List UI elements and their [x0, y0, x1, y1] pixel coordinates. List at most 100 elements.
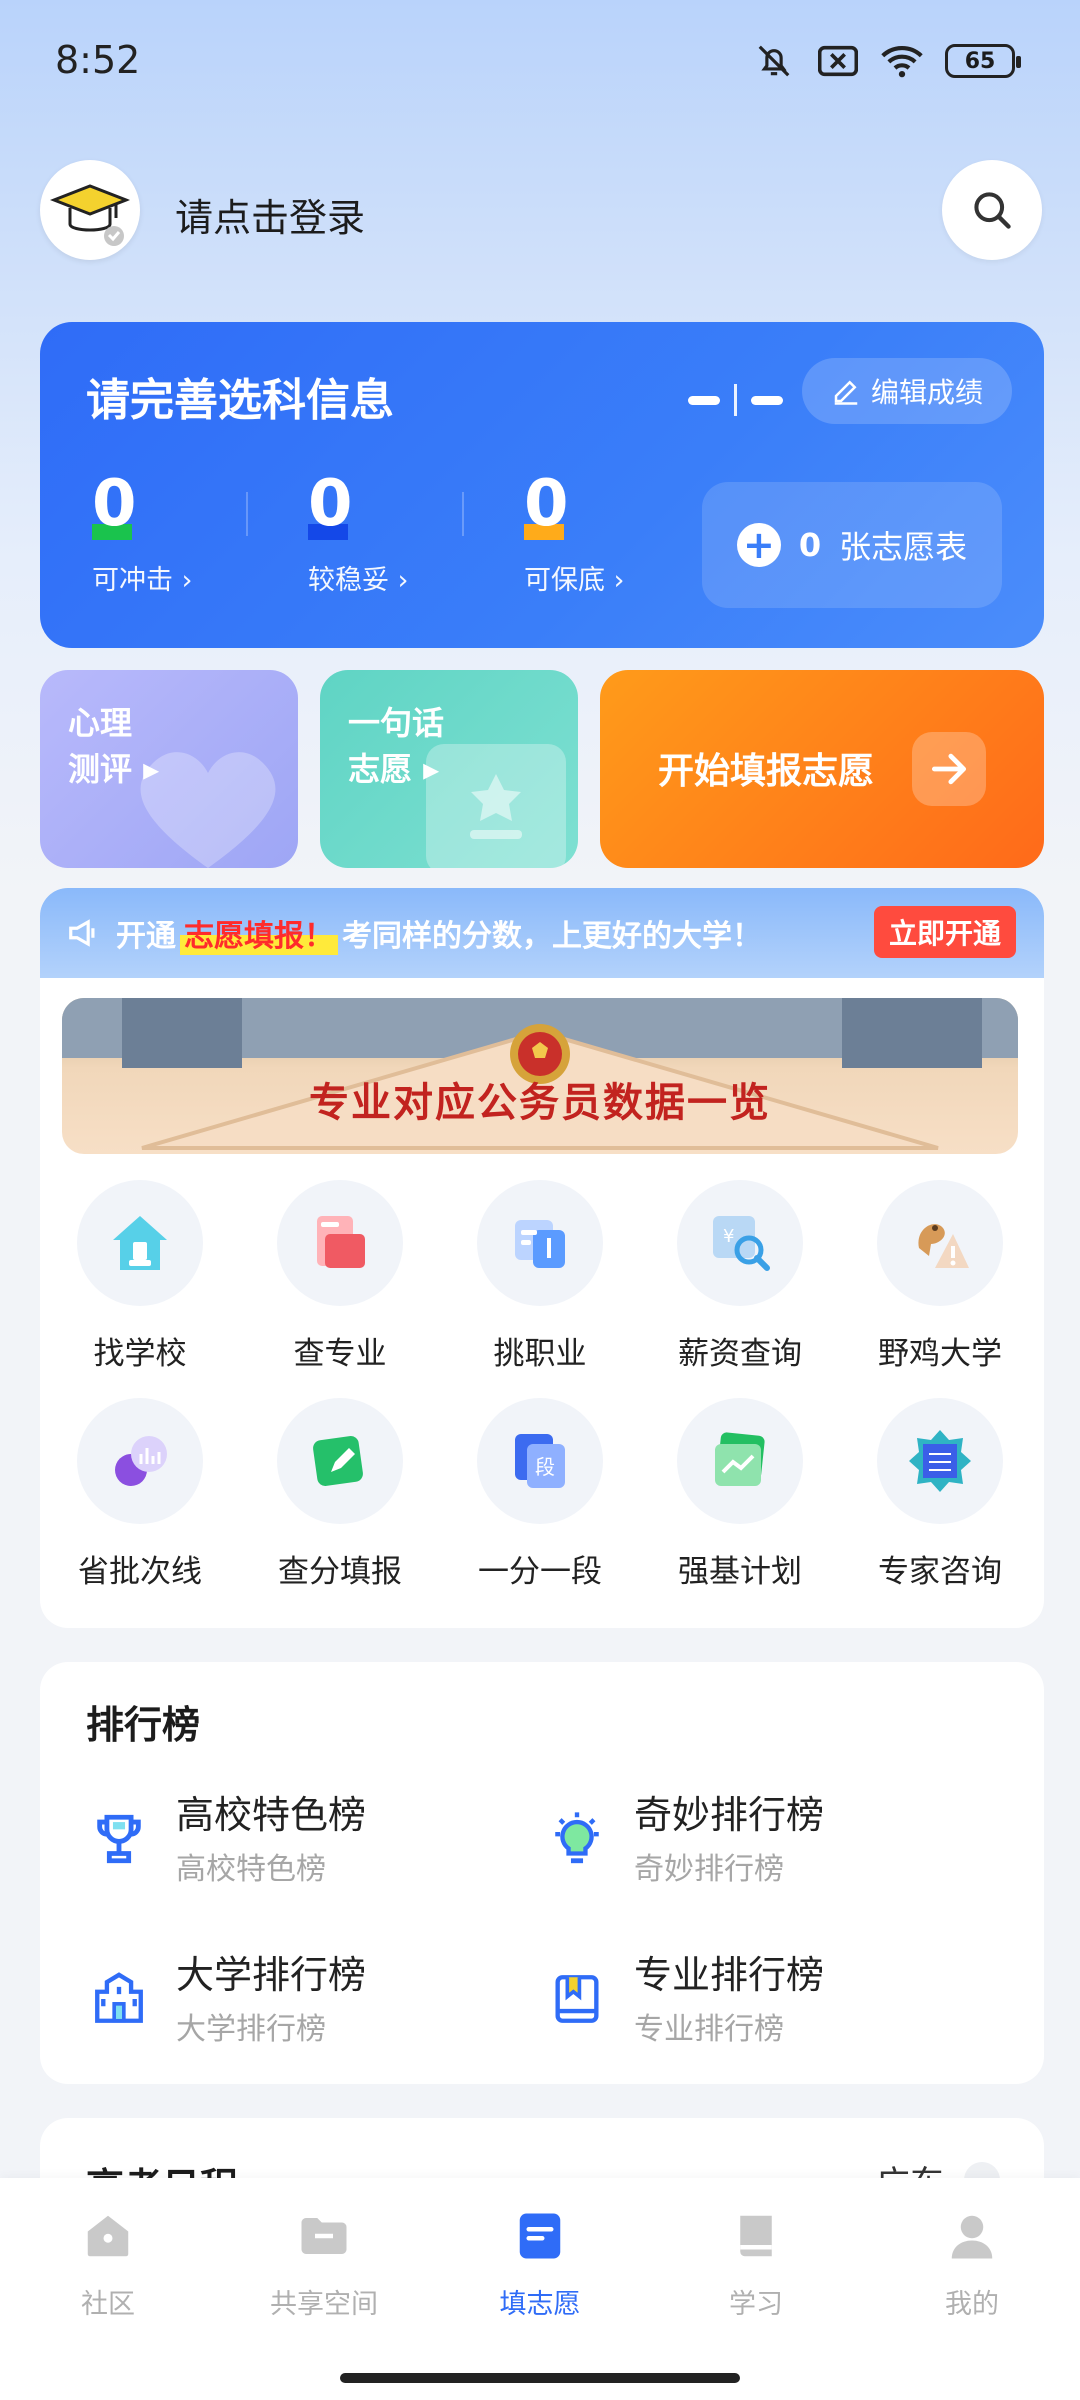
close-box-icon: [817, 40, 859, 82]
rank-item-college-feature[interactable]: 高校特色榜 高校特色榜: [86, 1784, 526, 1894]
nav-community[interactable]: 社区: [0, 2208, 216, 2321]
status-time: 8:52: [55, 38, 141, 82]
province-line-item[interactable]: 省批次线: [40, 1398, 240, 1591]
nav-mine[interactable]: 我的: [864, 2208, 1080, 2321]
score-card[interactable]: 请完善选科信息 编辑成绩 0 可冲击 › 0 较稳妥 › 0 可保底 › + 0…: [40, 322, 1044, 648]
one-sentence-label: 一句话 志愿 ▸: [348, 700, 444, 792]
start-application-tile[interactable]: 开始填报志愿: [600, 670, 1044, 868]
score-segment-label: 一分一段: [478, 1554, 602, 1590]
tile-line: 一句话: [348, 704, 445, 742]
battery-level: 65: [964, 48, 996, 74]
study-book-icon: [728, 2208, 784, 2264]
edit-icon: [277, 1398, 403, 1524]
civil-servant-banner[interactable]: 专业对应公务员数据一览: [62, 998, 1018, 1154]
nav-label: 共享空间: [270, 2289, 378, 2320]
rank-name: 高校特色榜: [176, 1793, 367, 1837]
banner-title: 专业对应公务员数据一览: [309, 1080, 771, 1126]
promo-bar[interactable]: 开通 志愿填报！ 考同样的分数，上更好的大学！ 立即开通: [40, 888, 1044, 978]
chart-icon: [77, 1398, 203, 1524]
fake-university-item[interactable]: 野鸡大学: [840, 1180, 1040, 1373]
stat-stable[interactable]: 0 较稳妥 ›: [308, 472, 408, 597]
open-now-button[interactable]: 立即开通: [874, 906, 1016, 958]
university-icon: [86, 1966, 152, 2032]
rank-sub: 奇妙排行榜: [634, 1852, 784, 1887]
find-school-item[interactable]: 找学校: [40, 1180, 240, 1373]
major-book-icon: [544, 1966, 610, 2032]
plus-icon: +: [736, 523, 781, 567]
bottom-nav: 社区 共享空间 填志愿 学习 我的: [0, 2178, 1080, 2400]
fake-university-label: 野鸡大学: [878, 1336, 1002, 1372]
rank-sub: 高校特色榜: [176, 1852, 326, 1887]
status-bar: 8:52 65: [0, 0, 1080, 130]
score-segment-item[interactable]: 段 一分一段: [440, 1398, 640, 1591]
dash: [688, 395, 720, 405]
find-school-label: 找学校: [93, 1336, 187, 1372]
book-icon: [277, 1180, 403, 1306]
trend-icon: [677, 1398, 803, 1524]
subject-placeholder: [688, 384, 783, 416]
divider: [734, 384, 737, 416]
school-icon: [77, 1180, 203, 1306]
nav-label: 社区: [81, 2289, 135, 2320]
expert-consult-item[interactable]: 专家咨询: [840, 1398, 1040, 1591]
avatar[interactable]: [40, 160, 140, 260]
folder-icon: [296, 2208, 352, 2264]
stat-value: 0: [308, 467, 353, 541]
form-icon: [512, 2208, 568, 2264]
trophy-icon: [86, 1806, 152, 1872]
rankings-card: 排行榜 高校特色榜 高校特色榜 奇妙排行榜 奇妙排行榜 大学排行榜 大学排行榜 …: [40, 1662, 1044, 2084]
choose-career-label: 挑职业: [493, 1336, 587, 1372]
arrow-right-icon: [912, 732, 986, 806]
stat-safe[interactable]: 0 可保底 ›: [524, 472, 624, 597]
nav-fill-application[interactable]: 填志愿: [432, 2208, 648, 2321]
warning-bird-icon: [877, 1180, 1003, 1306]
edit-score-button[interactable]: 编辑成绩: [802, 358, 1012, 424]
person-icon: [944, 2208, 1000, 2264]
search-major-item[interactable]: 查专业: [240, 1180, 440, 1373]
home-indicator[interactable]: [340, 2373, 740, 2383]
card-title: 请完善选科信息: [86, 375, 394, 426]
expert-consult-label: 专家咨询: [878, 1554, 1002, 1590]
wifi-icon: [881, 40, 923, 82]
rank-item-major[interactable]: 专业排行榜 专业排行榜: [544, 1944, 984, 2054]
tile-line: 心理: [68, 704, 133, 742]
rank-item-university[interactable]: 大学排行榜 大学排行榜: [86, 1944, 526, 2054]
tile-line: 志愿 ▸: [348, 750, 440, 788]
strong-base-item[interactable]: 强基计划: [640, 1398, 840, 1591]
nav-shared-space[interactable]: 共享空间: [216, 2208, 432, 2321]
province-line-label: 省批次线: [78, 1554, 202, 1590]
stat-label: 可保底 ›: [524, 565, 625, 596]
choose-career-item[interactable]: 挑职业: [440, 1180, 640, 1373]
psych-test-label: 心理 测评 ▸: [68, 700, 159, 792]
pencil-icon: [834, 380, 858, 405]
stat-label: 较稳妥 ›: [308, 565, 409, 596]
wish-table-button[interactable]: + 0 张志愿表: [702, 482, 1002, 608]
battery-icon: 65: [945, 44, 1021, 78]
search-button[interactable]: [942, 160, 1042, 260]
community-icon: [80, 2208, 136, 2264]
edit-score-label: 编辑成绩: [870, 376, 983, 409]
login-prompt[interactable]: 请点击登录: [175, 187, 365, 242]
nav-label: 学习: [729, 2289, 783, 2320]
rank-sub: 大学排行榜: [176, 2012, 326, 2047]
psych-test-tile[interactable]: 心理 测评 ▸: [40, 670, 298, 868]
rank-item-wonderful[interactable]: 奇妙排行榜 奇妙排行榜: [544, 1784, 984, 1894]
rank-sub: 专业排行榜: [634, 2012, 784, 2047]
lightbulb-icon: [544, 1806, 610, 1872]
salary-query-item[interactable]: ¥ 薪资查询: [640, 1180, 840, 1373]
salary-search-icon: ¥: [677, 1180, 803, 1306]
graduation-cap-icon: [50, 184, 130, 246]
career-icon: [477, 1180, 603, 1306]
nav-study[interactable]: 学习: [648, 2208, 864, 2321]
rankings-title: 排行榜: [86, 1703, 201, 1747]
svg-text:段: 段: [535, 1455, 555, 1479]
promo-highlight: 志愿填报！: [180, 911, 338, 955]
score-apply-item[interactable]: 查分填报: [240, 1398, 440, 1591]
search-major-label: 查专业: [293, 1336, 387, 1372]
status-icons: 65: [753, 40, 1021, 82]
megaphone-icon: [69, 919, 95, 947]
strong-base-label: 强基计划: [678, 1554, 802, 1590]
one-sentence-tile[interactable]: 一句话 志愿 ▸: [320, 670, 578, 868]
stat-reach[interactable]: 0 可冲击 ›: [92, 472, 192, 597]
wish-count: 0: [798, 526, 822, 564]
